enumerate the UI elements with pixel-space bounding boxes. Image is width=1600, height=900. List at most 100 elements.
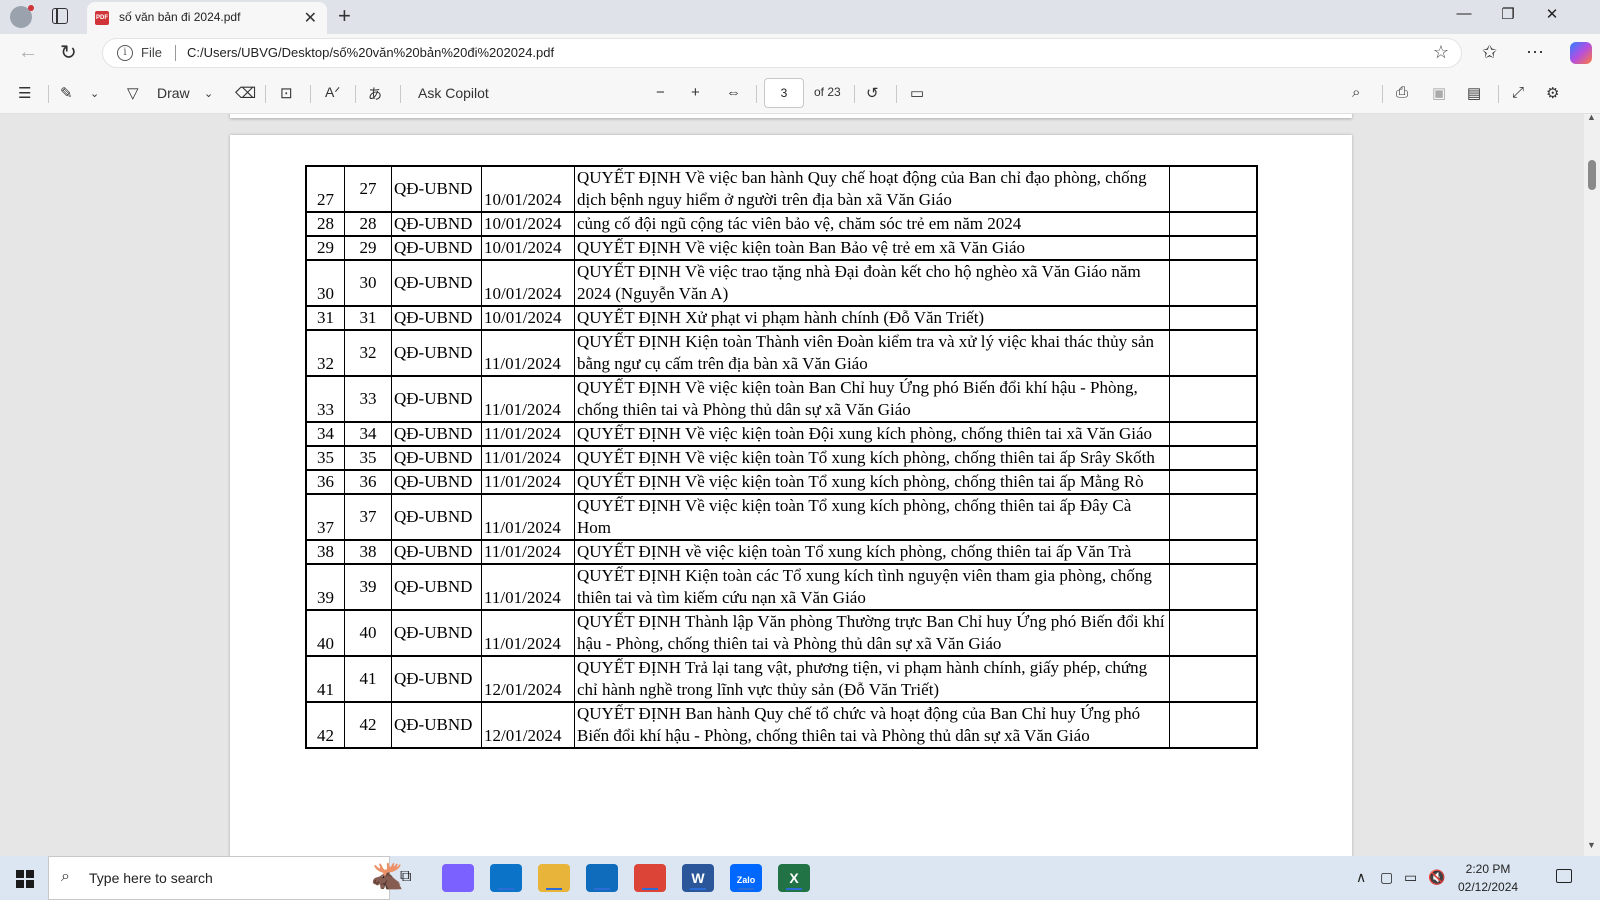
close-window-button[interactable]: ✕: [1532, 5, 1572, 23]
url-text[interactable]: C:/Users/UBVG/Desktop/số%20văn%20bản%20đ…: [187, 45, 554, 60]
divider: [48, 85, 49, 103]
zoom-in-icon[interactable]: +: [691, 84, 700, 101]
reload-icon[interactable]: ↻: [60, 40, 77, 65]
chevron-up-icon[interactable]: ∧: [1356, 869, 1366, 886]
text-box-icon[interactable]: ⊡: [280, 84, 293, 102]
excel-label: X: [789, 870, 799, 886]
word-icon[interactable]: W: [682, 864, 714, 892]
translate-icon[interactable]: あ: [368, 84, 382, 104]
ask-copilot-button[interactable]: Ask Copilot: [418, 85, 489, 101]
document-note: [1169, 445, 1258, 471]
contents-list-icon[interactable]: ☰: [18, 84, 31, 102]
restore-button[interactable]: ❐: [1488, 5, 1528, 23]
minimize-button[interactable]: —: [1444, 5, 1484, 22]
read-aloud-icon[interactable]: Aᐟ: [325, 84, 340, 101]
document-type: QĐ-UBND: [391, 445, 482, 471]
address-bar[interactable]: i File C:/Users/UBVG/Desktop/số%20văn%20…: [102, 38, 1462, 68]
network-icon[interactable]: ▭: [1404, 869, 1417, 886]
chrome-icon[interactable]: [634, 864, 666, 892]
running-indicator: [786, 888, 802, 890]
chevron-down-icon[interactable]: ⌄: [90, 87, 99, 100]
document-date: 10/01/2024: [481, 165, 575, 213]
settings-gear-icon[interactable]: ⚙: [1546, 84, 1559, 102]
document-note: [1169, 469, 1258, 495]
volume-muted-icon[interactable]: 🔇: [1428, 869, 1445, 886]
taskbar-clock[interactable]: 2:20 PM 02/12/2024: [1458, 860, 1518, 896]
taskbar-search-box[interactable]: ⌕ Type here to search 🫎: [48, 856, 403, 900]
chevron-down-icon[interactable]: ⌄: [204, 87, 213, 100]
draw-button[interactable]: Draw: [157, 85, 190, 101]
document-number: 36: [344, 469, 392, 495]
document-number: 32: [344, 329, 392, 377]
document-date: 11/01/2024: [481, 563, 575, 611]
edge-icon[interactable]: [490, 864, 522, 892]
row-number: 34: [305, 421, 345, 447]
url-divider: [175, 45, 176, 61]
document-date: 11/01/2024: [481, 421, 575, 447]
highlight-icon[interactable]: ✎: [60, 84, 73, 102]
meet-now-icon[interactable]: ▢: [1380, 869, 1393, 886]
divider: [265, 85, 266, 103]
file-explorer-icon[interactable]: [538, 864, 570, 892]
copilot-icon[interactable]: [1570, 42, 1592, 64]
document-type: QĐ-UBND: [391, 329, 482, 377]
rotate-icon[interactable]: ↺: [866, 84, 879, 102]
favorites-icon[interactable]: ✩: [1482, 42, 1497, 63]
back-arrow-icon[interactable]: ←: [18, 41, 38, 64]
row-number: 29: [305, 235, 345, 261]
document-date: 11/01/2024: [481, 539, 575, 565]
zalo-icon[interactable]: Zalo: [730, 864, 762, 892]
table-row: 38 38 QĐ-UBND 11/01/2024 QUYẾT ĐỊNH về việc …: [305, 539, 1258, 565]
document-date: 11/01/2024: [481, 375, 575, 423]
divider: [310, 85, 311, 103]
document-type: QĐ-UBND: [391, 493, 482, 541]
document-type: QĐ-UBND: [391, 539, 482, 565]
table-row: 39 39 QĐ-UBND 11/01/2024 QUYẾT ĐỊNH Kiện toà…: [305, 563, 1258, 611]
close-tab-icon[interactable]: ✕: [304, 8, 317, 28]
windows-start-icon[interactable]: [16, 870, 34, 888]
profile-avatar[interactable]: [10, 5, 34, 28]
save-as-icon[interactable]: ▤: [1467, 84, 1481, 102]
copilot-icon[interactable]: [442, 864, 474, 892]
favorite-star-icon[interactable]: ☆: [1433, 42, 1449, 63]
fit-width-icon[interactable]: ⇔: [726, 84, 741, 101]
save-icon[interactable]: ▣: [1432, 84, 1446, 102]
running-indicator: [690, 888, 706, 890]
notification-icon[interactable]: [1556, 869, 1572, 883]
print-icon[interactable]: ⎙: [1396, 84, 1408, 101]
scroll-down-icon[interactable]: ▼: [1587, 840, 1596, 850]
zoom-out-icon[interactable]: −: [656, 84, 665, 101]
vertical-scrollbar[interactable]: ▲ ▼: [1584, 112, 1600, 856]
more-menu-icon[interactable]: ⋯: [1526, 42, 1544, 63]
tab-actions-icon[interactable]: [52, 8, 68, 24]
page-number-input[interactable]: 3: [764, 78, 804, 108]
running-indicator: [498, 888, 514, 890]
scrollbar-thumb[interactable]: [1588, 160, 1596, 190]
document-date: 11/01/2024: [481, 329, 575, 377]
row-number: 37: [305, 493, 345, 541]
new-tab-button[interactable]: +: [338, 3, 351, 29]
table-row: 27 27 QĐ-UBND 10/01/2024 QUYẾT ĐỊNH Về việc …: [305, 165, 1258, 213]
scroll-up-icon[interactable]: ▲: [1587, 112, 1596, 122]
document-number: 34: [344, 421, 392, 447]
document-date: 11/01/2024: [481, 469, 575, 495]
document-type: QĐ-UBND: [391, 235, 482, 261]
browser-tab[interactable]: PDF số văn bản đi 2024.pdf ✕: [87, 2, 327, 34]
pdf-viewer[interactable]: 27 27 QĐ-UBND 10/01/2024 QUYẾT ĐỊNH Về việc …: [0, 114, 1584, 856]
task-view-icon[interactable]: ⧉: [400, 868, 411, 886]
draw-icon[interactable]: ▽: [127, 84, 139, 102]
page-view-icon[interactable]: ▭: [910, 84, 924, 102]
document-number: 40: [344, 609, 392, 657]
document-note: [1169, 701, 1258, 749]
eraser-icon[interactable]: ⌫: [235, 84, 256, 102]
excel-icon[interactable]: X: [778, 864, 810, 892]
document-summary: QUYẾT ĐỊNH Về việc ban hành Quy chế hoạt…: [574, 165, 1170, 213]
document-note: [1169, 235, 1258, 261]
row-number: 42: [305, 701, 345, 749]
info-icon[interactable]: i: [117, 45, 133, 61]
outlook-icon[interactable]: [586, 864, 618, 892]
fullscreen-icon[interactable]: ⤢: [1512, 84, 1524, 101]
document-note: [1169, 539, 1258, 565]
search-icon[interactable]: ⌕: [1352, 84, 1360, 101]
document-note: [1169, 609, 1258, 657]
